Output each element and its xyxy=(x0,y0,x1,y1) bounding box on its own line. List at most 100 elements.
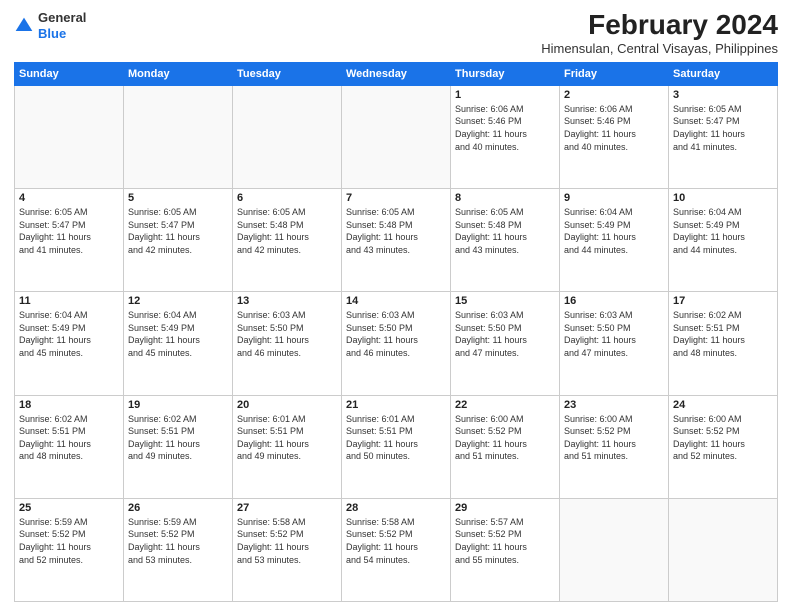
week-row-3: 11Sunrise: 6:04 AM Sunset: 5:49 PM Dayli… xyxy=(15,292,778,395)
calendar-cell: 15 Sunrise: 6:03 AM Sunset: 5:50 PM Dayli… xyxy=(451,292,560,395)
day-number: 27 xyxy=(237,502,337,514)
day-number: 4 xyxy=(19,192,119,204)
week-row-5: 25Sunrise: 5:59 AM Sunset: 5:52 PM Dayli… xyxy=(15,498,778,601)
day-number: 29 xyxy=(455,502,555,514)
calendar-cell: 2 Sunrise: 6:06 AM Sunset: 5:46 PM Daylig… xyxy=(560,85,669,188)
day-number: 7 xyxy=(346,192,446,204)
day-info: Sunrise: 6:03 AM Sunset: 5:50 PM Dayligh… xyxy=(237,309,337,359)
calendar-cell: 22Sunrise: 6:00 AM Sunset: 5:52 PM Dayli… xyxy=(451,395,560,498)
calendar-cell: 13 Sunrise: 6:03 AM Sunset: 5:50 PM Dayli… xyxy=(233,292,342,395)
calendar-cell xyxy=(560,498,669,601)
day-number: 9 xyxy=(564,192,664,204)
calendar-cell: 23 Sunrise: 6:00 AM Sunset: 5:52 PM Dayli… xyxy=(560,395,669,498)
weekday-header-thursday: Thursday xyxy=(451,62,560,85)
calendar-cell xyxy=(124,85,233,188)
day-info: Sunrise: 6:03 AM Sunset: 5:50 PM Dayligh… xyxy=(564,309,664,359)
location-title: Himensulan, Central Visayas, Philippines xyxy=(541,41,778,56)
day-info: Sunrise: 6:05 AM Sunset: 5:47 PM Dayligh… xyxy=(673,103,773,153)
month-title: February 2024 xyxy=(541,10,778,41)
weekday-header-tuesday: Tuesday xyxy=(233,62,342,85)
calendar-cell: 10 Sunrise: 6:04 AM Sunset: 5:49 PM Dayli… xyxy=(669,189,778,292)
calendar-cell: 8 Sunrise: 6:05 AM Sunset: 5:48 PM Daylig… xyxy=(451,189,560,292)
calendar-cell: 27 Sunrise: 5:58 AM Sunset: 5:52 PM Dayli… xyxy=(233,498,342,601)
weekday-header-saturday: Saturday xyxy=(669,62,778,85)
day-info: Sunrise: 6:02 AM Sunset: 5:51 PM Dayligh… xyxy=(128,413,228,463)
week-row-1: 1 Sunrise: 6:06 AM Sunset: 5:46 PM Daylig… xyxy=(15,85,778,188)
day-info: Sunrise: 6:05 AM Sunset: 5:47 PM Dayligh… xyxy=(128,206,228,256)
calendar-cell: 9 Sunrise: 6:04 AM Sunset: 5:49 PM Daylig… xyxy=(560,189,669,292)
page: General Blue February 2024 Himensulan, C… xyxy=(0,0,792,612)
day-info: Sunrise: 5:58 AM Sunset: 5:52 PM Dayligh… xyxy=(346,516,446,566)
logo: General Blue xyxy=(14,10,86,41)
day-info: Sunrise: 6:06 AM Sunset: 5:46 PM Dayligh… xyxy=(564,103,664,153)
logo-general: General xyxy=(38,10,86,25)
day-number: 10 xyxy=(673,192,773,204)
day-info: Sunrise: 6:02 AM Sunset: 5:51 PM Dayligh… xyxy=(19,413,119,463)
day-info: Sunrise: 6:04 AM Sunset: 5:49 PM Dayligh… xyxy=(564,206,664,256)
day-info: Sunrise: 6:00 AM Sunset: 5:52 PM Dayligh… xyxy=(673,413,773,463)
day-info: Sunrise: 6:05 AM Sunset: 5:48 PM Dayligh… xyxy=(455,206,555,256)
day-info: Sunrise: 6:05 AM Sunset: 5:47 PM Dayligh… xyxy=(19,206,119,256)
day-number: 23 xyxy=(564,399,664,411)
weekday-header-monday: Monday xyxy=(124,62,233,85)
day-info: Sunrise: 6:02 AM Sunset: 5:51 PM Dayligh… xyxy=(673,309,773,359)
week-row-4: 18 Sunrise: 6:02 AM Sunset: 5:51 PM Dayli… xyxy=(15,395,778,498)
day-number: 15 xyxy=(455,295,555,307)
calendar-cell: 16 Sunrise: 6:03 AM Sunset: 5:50 PM Dayli… xyxy=(560,292,669,395)
day-info: Sunrise: 5:58 AM Sunset: 5:52 PM Dayligh… xyxy=(237,516,337,566)
day-info: Sunrise: 6:04 AM Sunset: 5:49 PM Dayligh… xyxy=(19,309,119,359)
day-number: 20 xyxy=(237,399,337,411)
day-info: Sunrise: 6:00 AM Sunset: 5:52 PM Dayligh… xyxy=(564,413,664,463)
logo-blue: Blue xyxy=(38,26,66,41)
day-number: 14 xyxy=(346,295,446,307)
day-info: Sunrise: 5:57 AM Sunset: 5:52 PM Dayligh… xyxy=(455,516,555,566)
day-number: 1 xyxy=(455,89,555,101)
week-row-2: 4 Sunrise: 6:05 AM Sunset: 5:47 PM Daylig… xyxy=(15,189,778,292)
day-number: 21 xyxy=(346,399,446,411)
calendar-cell: 1 Sunrise: 6:06 AM Sunset: 5:46 PM Daylig… xyxy=(451,85,560,188)
day-info: Sunrise: 6:06 AM Sunset: 5:46 PM Dayligh… xyxy=(455,103,555,153)
day-number: 5 xyxy=(128,192,228,204)
day-info: Sunrise: 6:03 AM Sunset: 5:50 PM Dayligh… xyxy=(455,309,555,359)
day-number: 8 xyxy=(455,192,555,204)
calendar-cell: 19 Sunrise: 6:02 AM Sunset: 5:51 PM Dayli… xyxy=(124,395,233,498)
day-number: 3 xyxy=(673,89,773,101)
day-info: Sunrise: 6:00 AM Sunset: 5:52 PM Dayligh… xyxy=(455,413,555,463)
calendar-cell: 5 Sunrise: 6:05 AM Sunset: 5:47 PM Daylig… xyxy=(124,189,233,292)
day-number: 17 xyxy=(673,295,773,307)
calendar-cell: 18 Sunrise: 6:02 AM Sunset: 5:51 PM Dayli… xyxy=(15,395,124,498)
calendar-cell: 26Sunrise: 5:59 AM Sunset: 5:52 PM Dayli… xyxy=(124,498,233,601)
day-info: Sunrise: 6:04 AM Sunset: 5:49 PM Dayligh… xyxy=(673,206,773,256)
calendar-cell: 28Sunrise: 5:58 AM Sunset: 5:52 PM Dayli… xyxy=(342,498,451,601)
calendar-table: SundayMondayTuesdayWednesdayThursdayFrid… xyxy=(14,62,778,602)
calendar-cell: 14 Sunrise: 6:03 AM Sunset: 5:50 PM Dayli… xyxy=(342,292,451,395)
day-number: 16 xyxy=(564,295,664,307)
weekday-header-friday: Friday xyxy=(560,62,669,85)
day-info: Sunrise: 6:05 AM Sunset: 5:48 PM Dayligh… xyxy=(237,206,337,256)
day-info: Sunrise: 6:01 AM Sunset: 5:51 PM Dayligh… xyxy=(346,413,446,463)
header: General Blue February 2024 Himensulan, C… xyxy=(14,10,778,56)
title-block: February 2024 Himensulan, Central Visaya… xyxy=(541,10,778,56)
day-number: 19 xyxy=(128,399,228,411)
day-info: Sunrise: 5:59 AM Sunset: 5:52 PM Dayligh… xyxy=(19,516,119,566)
day-number: 18 xyxy=(19,399,119,411)
day-number: 2 xyxy=(564,89,664,101)
calendar-cell xyxy=(233,85,342,188)
day-number: 26 xyxy=(128,502,228,514)
calendar-cell xyxy=(15,85,124,188)
logo-text: General Blue xyxy=(38,10,86,41)
day-info: Sunrise: 6:05 AM Sunset: 5:48 PM Dayligh… xyxy=(346,206,446,256)
calendar-cell: 25Sunrise: 5:59 AM Sunset: 5:52 PM Dayli… xyxy=(15,498,124,601)
day-number: 13 xyxy=(237,295,337,307)
weekday-header-wednesday: Wednesday xyxy=(342,62,451,85)
calendar-cell: 3 Sunrise: 6:05 AM Sunset: 5:47 PM Daylig… xyxy=(669,85,778,188)
day-info: Sunrise: 6:03 AM Sunset: 5:50 PM Dayligh… xyxy=(346,309,446,359)
logo-icon xyxy=(14,16,34,36)
calendar-cell xyxy=(342,85,451,188)
calendar-cell: 7 Sunrise: 6:05 AM Sunset: 5:48 PM Daylig… xyxy=(342,189,451,292)
calendar-cell: 17 Sunrise: 6:02 AM Sunset: 5:51 PM Dayli… xyxy=(669,292,778,395)
calendar-cell: 12Sunrise: 6:04 AM Sunset: 5:49 PM Dayli… xyxy=(124,292,233,395)
calendar-cell: 6Sunrise: 6:05 AM Sunset: 5:48 PM Daylig… xyxy=(233,189,342,292)
calendar-cell: 11Sunrise: 6:04 AM Sunset: 5:49 PM Dayli… xyxy=(15,292,124,395)
calendar-cell: 21 Sunrise: 6:01 AM Sunset: 5:51 PM Dayli… xyxy=(342,395,451,498)
